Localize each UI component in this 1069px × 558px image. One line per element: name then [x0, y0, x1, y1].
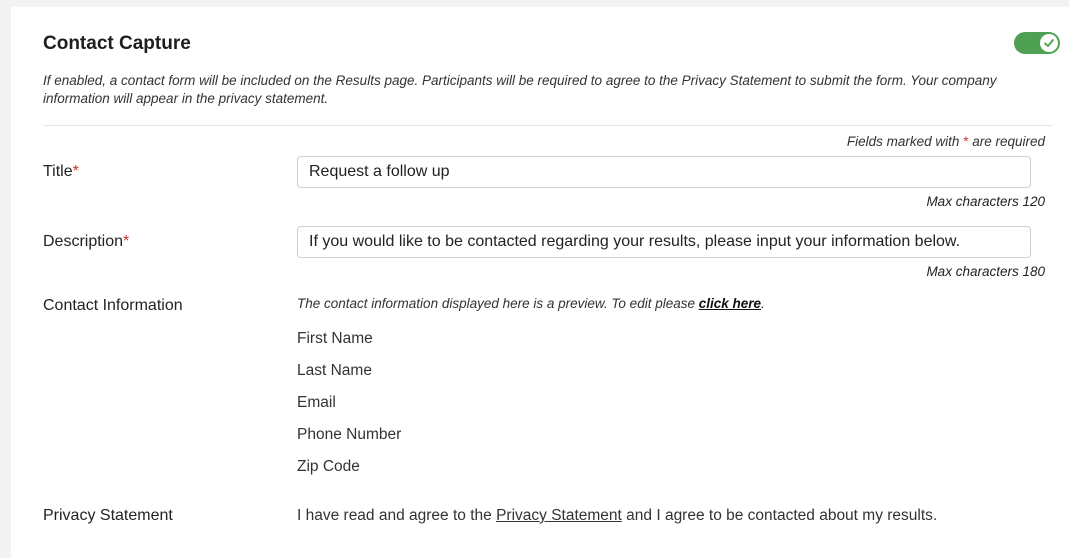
- title-label: Title*: [43, 163, 79, 181]
- contact-capture-card: Contact Capture If enabled, a contact fo…: [11, 7, 1069, 558]
- contact-information-label: Contact Information: [43, 297, 183, 314]
- title-input[interactable]: [297, 156, 1031, 188]
- title-max-chars: Max characters 120: [926, 194, 1045, 209]
- description-max-chars: Max characters 180: [926, 264, 1045, 279]
- section-title: Contact Capture: [43, 33, 191, 54]
- title-label-text: Title: [43, 163, 73, 180]
- privacy-text-before: I have read and agree to the: [297, 507, 497, 524]
- contact-field-email: Email: [297, 394, 336, 411]
- section-description: If enabled, a contact form will be inclu…: [43, 73, 997, 106]
- check-icon: [1044, 39, 1054, 47]
- description-input[interactable]: [297, 226, 1031, 258]
- contact-field-zip-code: Zip Code: [297, 458, 360, 475]
- contact-field-phone-number: Phone Number: [297, 426, 402, 443]
- privacy-statement-text: I have read and agree to the Privacy Sta…: [297, 507, 937, 525]
- privacy-text-after: and I agree to be contacted about my res…: [621, 507, 938, 524]
- contact-preview-note: The contact information displayed here i…: [297, 296, 765, 311]
- privacy-statement-label: Privacy Statement: [43, 507, 173, 524]
- divider: [43, 125, 1053, 126]
- contact-field-first-name: First Name: [297, 330, 373, 347]
- title-required-star: *: [72, 163, 79, 180]
- description-label-text: Description: [43, 233, 124, 250]
- preview-note-text: The contact information displayed here i…: [297, 296, 699, 311]
- contact-capture-toggle[interactable]: [1014, 32, 1060, 54]
- required-note-prefix: Fields marked with: [846, 134, 964, 149]
- edit-contact-link[interactable]: click here: [699, 296, 761, 311]
- preview-note-end: .: [761, 296, 765, 311]
- privacy-statement-link[interactable]: Privacy Statement: [496, 507, 622, 524]
- required-note-suffix: are required: [968, 134, 1045, 149]
- contact-field-last-name: Last Name: [297, 362, 372, 379]
- required-fields-note: Fields marked with * are required: [847, 134, 1045, 149]
- description-required-star: *: [123, 233, 130, 250]
- description-label: Description*: [43, 233, 129, 251]
- toggle-knob: [1040, 34, 1058, 52]
